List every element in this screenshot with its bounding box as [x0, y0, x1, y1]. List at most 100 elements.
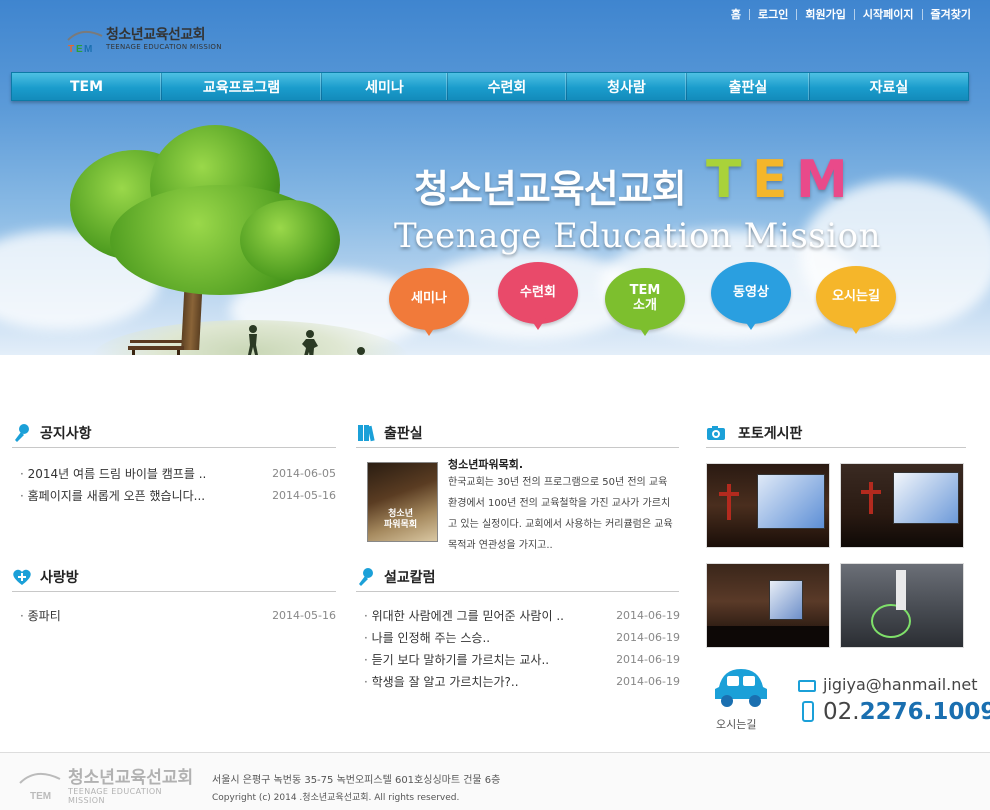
- phone-icon: [802, 701, 814, 722]
- nav-item-education[interactable]: 교육프로그램: [162, 73, 322, 100]
- hero-tem-t: T: [706, 150, 742, 210]
- list-item-text[interactable]: 종파티: [20, 607, 61, 624]
- camera-icon: [707, 425, 725, 440]
- child-silhouette-icon: [357, 347, 365, 355]
- book-cover[interactable]: 청소년 파워목회: [367, 462, 438, 542]
- list-item-text[interactable]: 나를 인정해 주는 스승..: [364, 629, 490, 646]
- svg-text:T: T: [68, 44, 74, 54]
- footer-logo-mark: TEM: [30, 791, 51, 801]
- book-title[interactable]: 청소년파워목회.: [448, 456, 523, 472]
- list-item-date: 2014-06-19: [616, 608, 680, 622]
- photo-thumbnail[interactable]: [706, 463, 830, 548]
- logo-mark-icon: TEM: [19, 772, 61, 801]
- list-item-date: 2014-06-19: [616, 674, 680, 688]
- main-nav: TEM 교육프로그램 세미나 수련회 청사람 출판실 자료실: [11, 72, 969, 101]
- footer-logo-ko: 청소년교육선교회: [68, 768, 194, 788]
- notice-header: 공지사항: [12, 418, 336, 448]
- heart-plus-icon: [13, 569, 31, 585]
- phone-number: 2276.1009: [859, 699, 990, 725]
- projection-screen: [757, 474, 825, 529]
- topnav-startpage[interactable]: 시작페이지: [863, 6, 914, 22]
- footer: TEM 청소년교육선교회 TEENAGE EDUCATION MISSION 서…: [0, 752, 990, 810]
- hero-title: 청소년교육선교회: [414, 167, 687, 211]
- hero-banner: T E M 청소년교육선교회 TEENAGE EDUCATION MISSION…: [0, 0, 990, 355]
- nav-item-retreat[interactable]: 수련회: [448, 73, 567, 100]
- publication-header: 출판실: [356, 418, 679, 448]
- bubble-retreat[interactable]: 수련회: [498, 262, 578, 330]
- bubble-video[interactable]: 동영상: [711, 262, 791, 330]
- divider: [749, 8, 751, 20]
- list-item[interactable]: 2014년 여름 드림 바이블 캠프를 .. 2014-06-05: [20, 462, 336, 484]
- sermon-title[interactable]: 설교칼럼: [384, 567, 436, 587]
- list-item-date: 2014-06-19: [616, 630, 680, 644]
- topnav-home[interactable]: 홈: [731, 6, 741, 22]
- logo-text-ko: 청소년교육선교회: [106, 27, 206, 43]
- tree-crown: [240, 200, 340, 280]
- love-title[interactable]: 사랑방: [40, 567, 79, 587]
- cross-shape: [727, 484, 731, 520]
- projection-screen: [893, 472, 959, 524]
- publication-title[interactable]: 출판실: [384, 423, 423, 443]
- list-item[interactable]: 홈페이지를 새롭게 오픈 했습니다... 2014-05-16: [20, 484, 336, 506]
- list-item[interactable]: 학생을 잘 알고 가르치는가?.. 2014-06-19: [364, 670, 680, 692]
- books-icon: [358, 424, 375, 441]
- site-logo[interactable]: T E M 청소년교육선교회 TEENAGE EDUCATION MISSION: [66, 22, 226, 56]
- bubble-directions[interactable]: 오시는길: [816, 266, 896, 334]
- love-list: 종파티 2014-05-16: [20, 604, 336, 626]
- footer-logo-en: TEENAGE EDUCATION MISSION: [68, 787, 162, 805]
- nav-item-resources[interactable]: 자료실: [810, 73, 968, 100]
- photo-thumbnail[interactable]: [706, 563, 830, 648]
- notice-list: 2014년 여름 드림 바이블 캠프를 .. 2014-06-05 홈페이지를 새…: [20, 462, 336, 506]
- footer-address: 서울시 은평구 녹번동 35-75 녹번오피스텔 601호싱싱마트 건물 6층: [212, 775, 501, 786]
- contact-phone: 02.2276.1009: [823, 699, 990, 725]
- child-silhouette-icon: [302, 330, 318, 355]
- nav-item-publication[interactable]: 출판실: [687, 73, 810, 100]
- nav-item-tem[interactable]: TEM: [12, 73, 162, 100]
- love-header: 사랑방: [12, 562, 336, 592]
- logo-mark-icon: T E M: [67, 30, 103, 54]
- photo-header: 포토게시판: [706, 418, 966, 448]
- hero-tem-e: E: [752, 150, 788, 210]
- svg-text:E: E: [76, 44, 83, 54]
- cross-shape: [719, 492, 739, 496]
- microphone-icon: [15, 423, 29, 442]
- list-item[interactable]: 위대한 사람에겐 그를 믿어준 사람이 .. 2014-06-19: [364, 604, 680, 626]
- photo-thumbnail[interactable]: [840, 463, 964, 548]
- bubble-seminar[interactable]: 세미나: [389, 268, 469, 336]
- cross-shape: [861, 490, 881, 494]
- topnav-signup[interactable]: 회원가입: [805, 6, 845, 22]
- directions-label[interactable]: 오시는길: [716, 716, 756, 732]
- list-item-text[interactable]: 듣기 보다 말하기를 가르치는 교사..: [364, 651, 549, 668]
- topnav-bookmark[interactable]: 즐겨찾기: [931, 6, 971, 22]
- audience-area: [707, 626, 829, 647]
- phone-prefix: 02.: [823, 699, 860, 725]
- list-item[interactable]: 나를 인정해 주는 스승.. 2014-06-19: [364, 626, 680, 648]
- car-icon[interactable]: [713, 663, 769, 709]
- list-item-text[interactable]: 2014년 여름 드림 바이블 캠프를 ..: [20, 465, 207, 482]
- hero-tem-m: M: [796, 150, 848, 210]
- list-item-date: 2014-06-05: [272, 466, 336, 480]
- list-item[interactable]: 종파티 2014-05-16: [20, 604, 336, 626]
- list-item-text[interactable]: 위대한 사람에겐 그를 믿어준 사람이 ..: [364, 607, 564, 624]
- list-item-text[interactable]: 홈페이지를 새롭게 오픈 했습니다...: [20, 487, 205, 504]
- svg-text:M: M: [84, 44, 92, 54]
- divider: [921, 8, 923, 20]
- photo-title[interactable]: 포토게시판: [738, 423, 802, 443]
- list-item-date: 2014-06-19: [616, 652, 680, 666]
- book-description: 한국교회는 30년 전의 프로그램으로 50년 전의 교육 환경에서 100년 …: [448, 477, 673, 551]
- list-item-date: 2014-05-16: [272, 488, 336, 502]
- topnav-login[interactable]: 로그인: [758, 6, 788, 22]
- list-item[interactable]: 듣기 보다 말하기를 가르치는 교사.. 2014-06-19: [364, 648, 680, 670]
- bubble-tem-intro[interactable]: TEM 소개: [605, 268, 685, 336]
- nav-item-seminar[interactable]: 세미나: [322, 73, 448, 100]
- list-item-text[interactable]: 학생을 잘 알고 가르치는가?..: [364, 673, 519, 690]
- projection-screen: [769, 580, 803, 620]
- child-silhouette-icon: [248, 325, 258, 355]
- book-cover-text: 청소년 파워목회: [384, 509, 418, 530]
- nav-item-people[interactable]: 청사람: [567, 73, 687, 100]
- notice-title[interactable]: 공지사항: [40, 423, 92, 443]
- contact-email[interactable]: jigiya@hanmail.net: [823, 675, 977, 694]
- photo-thumbnail[interactable]: [840, 563, 964, 648]
- person-shape: [896, 570, 906, 610]
- cross-shape: [869, 482, 873, 514]
